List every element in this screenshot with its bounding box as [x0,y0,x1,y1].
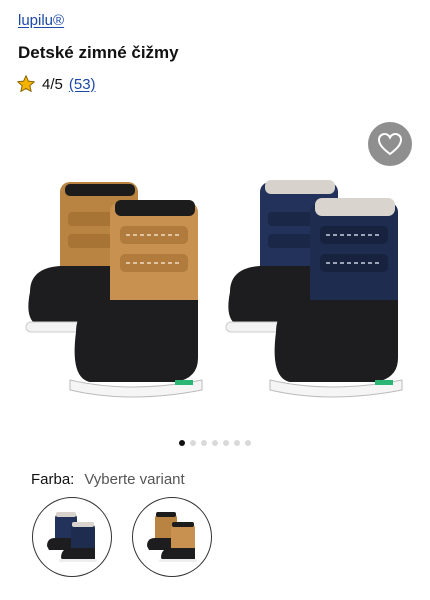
variant-swatches [32,497,212,577]
gallery-dot[interactable] [179,440,185,446]
gallery-dot[interactable] [212,440,218,446]
product-gallery[interactable] [0,112,430,442]
rating-count-link[interactable]: (53) [69,76,96,93]
product-title: Detské zimné čižmy [18,43,179,62]
gallery-dot[interactable] [245,440,251,446]
color-value: Vyberte variant [84,471,185,488]
variant-swatch-camel[interactable] [132,497,212,577]
rating: 4/5 (53) [16,74,96,94]
camel-boots-thumbnail [147,512,197,562]
product-image [25,180,403,398]
gallery-dot[interactable] [234,440,240,446]
gallery-dot[interactable] [223,440,229,446]
navy-boots-thumbnail [47,512,97,562]
star-icon [17,75,35,92]
gallery-dot[interactable] [190,440,196,446]
favorite-button[interactable] [368,122,412,166]
gallery-pagination[interactable] [0,440,430,446]
color-selector-row: Farba: Vyberte variant [31,471,185,488]
rating-score: 4/5 [42,75,63,93]
gallery-dot[interactable] [201,440,207,446]
color-label: Farba: [31,471,75,488]
brand-link[interactable]: lupilu® [18,12,64,29]
variant-swatch-navy[interactable] [32,497,112,577]
heart-icon [377,132,403,156]
